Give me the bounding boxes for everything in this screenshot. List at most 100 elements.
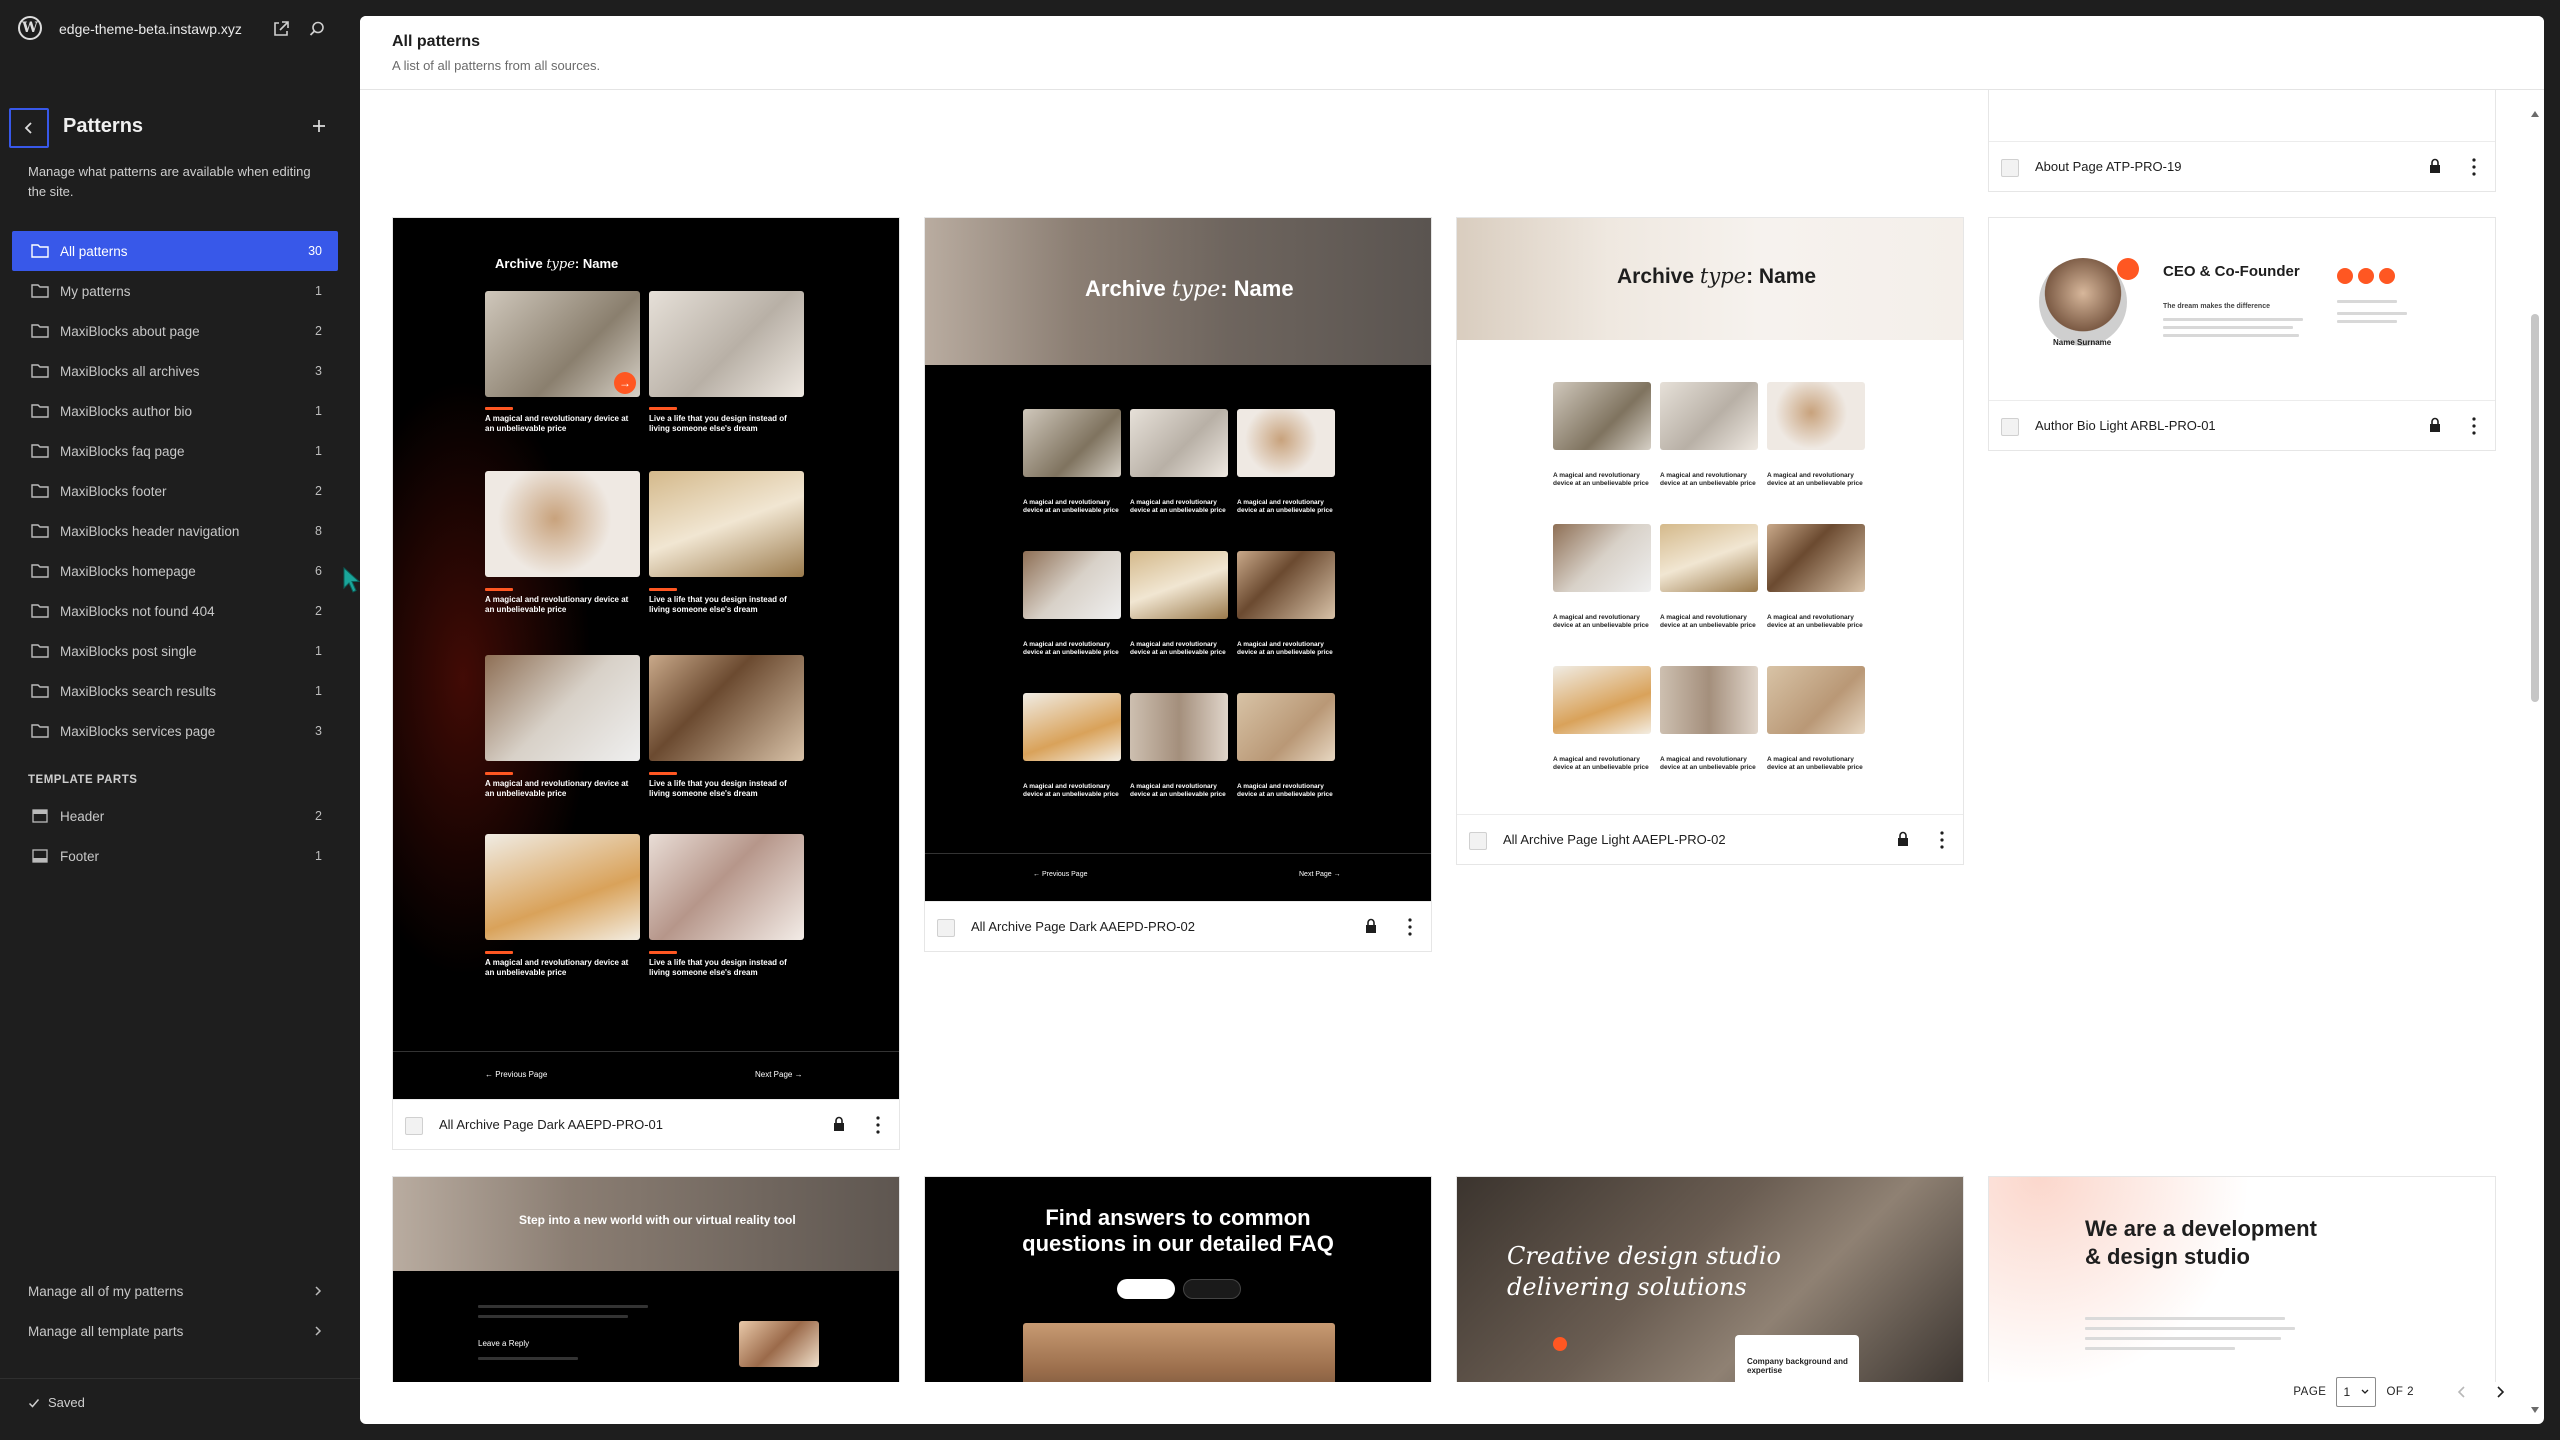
nav-item-maxiblocks-search-results[interactable]: MaxiBlocks search results 1 xyxy=(12,671,338,711)
select-checkbox[interactable] xyxy=(937,919,955,937)
nav-item-label: MaxiBlocks all archives xyxy=(60,363,200,379)
external-link-icon[interactable] xyxy=(272,20,290,38)
nav-item-count: 2 xyxy=(315,324,322,338)
more-options-icon[interactable] xyxy=(2471,157,2477,177)
preview-social-icon xyxy=(2337,268,2353,284)
back-button[interactable] xyxy=(9,108,49,148)
nav-item-my-patterns[interactable]: My patterns 1 xyxy=(12,271,338,311)
preview-prev-link: ← Previous Page xyxy=(485,1070,548,1079)
preview-card-heading: Live a life that you design instead of l… xyxy=(649,779,787,798)
nav-item-maxiblocks-about-page[interactable]: MaxiBlocks about page 2 xyxy=(12,311,338,351)
pattern-card[interactable]: Creative design studio delivering soluti… xyxy=(1456,1176,1964,1382)
preview-social-icon xyxy=(2358,268,2374,284)
scroll-up-icon[interactable] xyxy=(2530,110,2540,118)
pattern-preview[interactable]: We are a development & design studio xyxy=(1989,1177,2495,1382)
more-options-icon[interactable] xyxy=(1407,917,1413,937)
next-page-icon[interactable] xyxy=(2492,1384,2508,1400)
scroll-down-icon[interactable] xyxy=(2530,1406,2540,1414)
mouse-cursor-icon xyxy=(343,567,361,593)
pattern-card[interactable]: Archive type: Name → A magical and revol… xyxy=(392,217,900,1150)
preview-image xyxy=(1660,666,1758,734)
page-title: All patterns xyxy=(392,33,481,50)
preview-image xyxy=(1023,551,1121,619)
site-name[interactable]: edge-theme-beta.instawp.xyz xyxy=(59,21,242,37)
card-title[interactable]: All Archive Page Dark AAEPD-PRO-01 xyxy=(439,1117,663,1132)
manage-template-parts-link[interactable]: Manage all template parts xyxy=(28,1317,328,1345)
pattern-card[interactable]: Name Surname CEO & Co-Founder The dream … xyxy=(1988,217,2496,451)
nav-item-maxiblocks-homepage[interactable]: MaxiBlocks homepage 6 xyxy=(12,551,338,591)
preview-text-line xyxy=(649,772,677,775)
preview-image xyxy=(1553,382,1651,450)
pattern-preview[interactable]: Find answers to common questions in our … xyxy=(925,1177,1431,1382)
chevron-right-icon xyxy=(315,1326,322,1336)
pattern-card[interactable]: We are a development & design studio xyxy=(1988,1176,2496,1382)
pattern-card[interactable]: About Page ATP-PRO-19 xyxy=(1988,90,2496,192)
nav-item-count: 1 xyxy=(315,444,322,458)
preview-pill-button xyxy=(1183,1279,1241,1299)
add-pattern-button[interactable] xyxy=(308,115,330,137)
pattern-preview[interactable]: Archive type: Name → A magical and revol… xyxy=(393,218,899,1099)
folder-icon xyxy=(31,404,49,418)
pattern-preview[interactable]: Archive type: Name A magical and revolut… xyxy=(1457,218,1963,814)
search-icon[interactable] xyxy=(308,20,326,38)
pattern-preview[interactable]: Step into a new world with our virtual r… xyxy=(393,1177,899,1382)
folder-icon xyxy=(31,564,49,578)
more-options-icon[interactable] xyxy=(875,1115,881,1135)
preview-image xyxy=(649,291,804,397)
more-options-icon[interactable] xyxy=(2471,416,2477,436)
previous-page-icon[interactable] xyxy=(2454,1384,2470,1400)
preview-card-heading: Live a life that you design instead of l… xyxy=(649,595,787,614)
select-checkbox[interactable] xyxy=(1469,832,1487,850)
select-checkbox[interactable] xyxy=(405,1117,423,1135)
manage-patterns-link[interactable]: Manage all of my patterns xyxy=(28,1277,328,1305)
preview-card-heading: A magical and revolutionary device at an… xyxy=(1023,783,1119,798)
nav-item-maxiblocks-author-bio[interactable]: MaxiBlocks author bio 1 xyxy=(12,391,338,431)
folder-icon xyxy=(31,444,49,458)
card-title[interactable]: About Page ATP-PRO-19 xyxy=(2035,159,2181,174)
nav-item-label: Footer xyxy=(60,848,100,864)
preview-card-heading: A magical and revolutionary device at an… xyxy=(485,958,629,977)
preview-text-line xyxy=(478,1305,648,1308)
preview-card-heading: A magical and revolutionary device at an… xyxy=(1237,641,1333,656)
checkmark-icon xyxy=(28,1398,40,1408)
pattern-card[interactable]: Find answers to common questions in our … xyxy=(924,1176,1432,1382)
chevron-left-icon xyxy=(24,122,32,134)
preview-text-line xyxy=(485,588,513,591)
select-checkbox[interactable] xyxy=(2001,418,2019,436)
pattern-preview[interactable]: Name Surname CEO & Co-Founder The dream … xyxy=(1989,218,2495,400)
pattern-preview[interactable]: Archive type: Name A magical and revolut… xyxy=(925,218,1431,901)
saved-label: Saved xyxy=(48,1395,85,1410)
nav-item-maxiblocks-not-found-404[interactable]: MaxiBlocks not found 404 2 xyxy=(12,591,338,631)
nav-item-all-patterns[interactable]: All patterns 30 xyxy=(12,231,338,271)
pattern-card[interactable]: Step into a new world with our virtual r… xyxy=(392,1176,900,1382)
nav-item-maxiblocks-all-archives[interactable]: MaxiBlocks all archives 3 xyxy=(12,351,338,391)
folder-icon xyxy=(31,644,49,658)
preview-text-line xyxy=(2085,1347,2235,1350)
card-title[interactable]: All Archive Page Dark AAEPD-PRO-02 xyxy=(971,919,1195,934)
nav-item-footer[interactable]: Footer 1 xyxy=(12,836,338,876)
scrollbar[interactable] xyxy=(2526,92,2544,1422)
preview-dev-title: We are a development & design studio xyxy=(2085,1216,2317,1269)
nav-item-maxiblocks-post-single[interactable]: MaxiBlocks post single 1 xyxy=(12,631,338,671)
nav-item-maxiblocks-header-navigation[interactable]: MaxiBlocks header navigation 8 xyxy=(12,511,338,551)
nav-item-maxiblocks-services-page[interactable]: MaxiBlocks services page 3 xyxy=(12,711,338,751)
pattern-preview[interactable] xyxy=(1989,90,2495,141)
more-options-icon[interactable] xyxy=(1939,830,1945,850)
card-title[interactable]: All Archive Page Light AAEPL-PRO-02 xyxy=(1503,832,1726,847)
nav-item-header[interactable]: Header 2 xyxy=(12,796,338,836)
pattern-preview[interactable]: Creative design studio delivering soluti… xyxy=(1457,1177,1963,1382)
nav-item-label: MaxiBlocks post single xyxy=(60,643,197,659)
nav-item-maxiblocks-faq-page[interactable]: MaxiBlocks faq page 1 xyxy=(12,431,338,471)
page-select[interactable]: 1 xyxy=(2336,1377,2377,1407)
wordpress-logo-icon[interactable]: W xyxy=(18,16,42,40)
nav-item-maxiblocks-footer[interactable]: MaxiBlocks footer 2 xyxy=(12,471,338,511)
select-checkbox[interactable] xyxy=(2001,159,2019,177)
pattern-card[interactable]: Archive type: Name A magical and revolut… xyxy=(1456,217,1964,865)
card-title[interactable]: Author Bio Light ARBL-PRO-01 xyxy=(2035,418,2216,433)
pattern-card[interactable]: Archive type: Name A magical and revolut… xyxy=(924,217,1432,952)
folder-icon xyxy=(31,684,49,698)
preview-archive-title: Archive type: Name xyxy=(1085,276,1294,302)
scrollbar-thumb[interactable] xyxy=(2531,314,2539,702)
preview-orange-dot xyxy=(1553,1337,1567,1351)
preview-prev-link: ← Previous Page xyxy=(1033,871,1088,878)
